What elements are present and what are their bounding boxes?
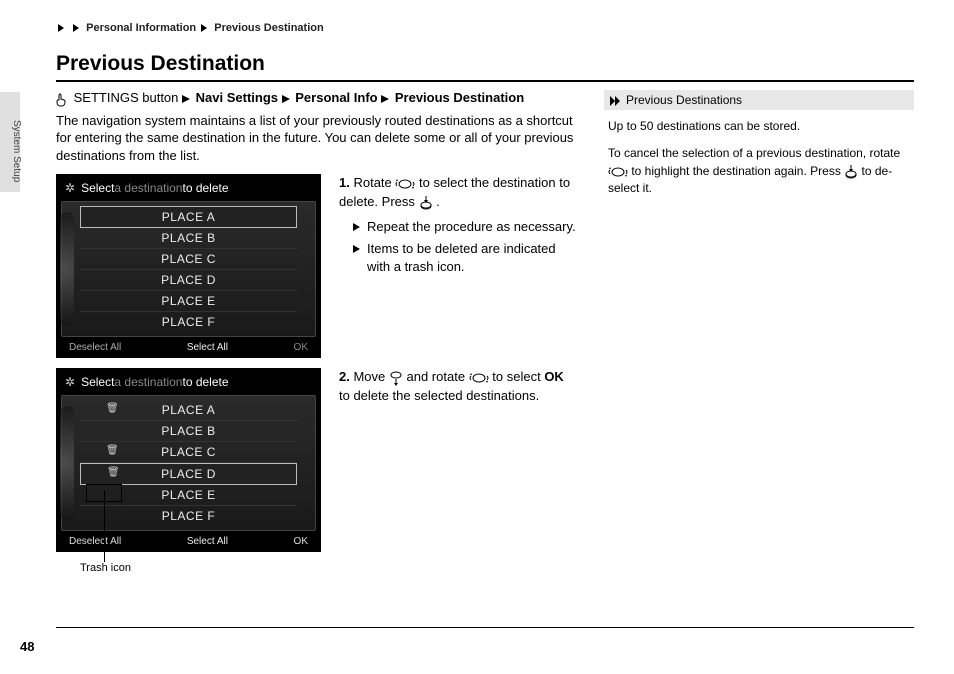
step-2: 2. Move and rotate to select OK to delet… <box>339 368 576 405</box>
breadcrumb-arrow-icon <box>58 22 66 34</box>
footer-ok: OK <box>294 536 308 547</box>
finger-icon <box>56 92 68 106</box>
breadcrumb-arrow-icon <box>73 22 81 34</box>
footer-selectall: Select All <box>187 342 228 353</box>
side-tab-label: System Setup <box>11 120 22 182</box>
press-dial-icon <box>419 193 433 211</box>
list-item: PLACE F <box>80 506 297 526</box>
footer-deselect: Deselect All <box>69 536 121 547</box>
sidebar-note-body: Up to 50 destinations can be stored. To … <box>604 110 914 216</box>
step-2-num: 2. <box>339 369 350 384</box>
breadcrumb-seg1: Personal Information <box>86 22 196 34</box>
press-dial-icon <box>844 163 858 180</box>
list-item: PLACE C <box>80 249 297 270</box>
step-1-sub2: Items to be deleted are indicated with a… <box>353 240 576 276</box>
breadcrumb-seg2: Previous Destination <box>214 22 323 34</box>
nav-path-s1: Navi Settings <box>196 90 278 105</box>
dial-graphic <box>60 212 74 326</box>
list-item: 🗑PLACE C <box>80 442 297 463</box>
step-1-text-a: Rotate <box>353 175 395 190</box>
step-2-ok: OK <box>544 369 564 384</box>
screen-header-post: to delete <box>182 375 228 389</box>
step-2-text-a: Move <box>353 369 388 384</box>
list-item: 🗑PLACE A <box>80 400 297 421</box>
list-item: 🗑PLACE D <box>80 463 297 485</box>
screen-header: ✲ Select a destination to delete <box>61 179 316 201</box>
step-1-sub1: Repeat the procedure as necessary. <box>353 218 576 236</box>
nav-arrow-icon <box>381 95 391 103</box>
screen-header: ✲ Select a destination to delete <box>61 373 316 395</box>
intro-text: The navigation system maintains a list o… <box>56 112 576 165</box>
list-item: PLACE E <box>80 291 297 312</box>
footer-deselect: Deselect All <box>69 342 121 353</box>
trash-callout-label: Trash icon <box>80 562 576 574</box>
breadcrumb: Personal Information Previous Destinatio… <box>56 22 914 34</box>
step-1-text-c: . <box>436 194 440 209</box>
list-item: PLACE B <box>80 228 297 249</box>
sidebar-p2: To cancel the selection of a previous de… <box>608 145 910 197</box>
page-title: Previous Destination <box>56 52 914 82</box>
nav-path-s3: Previous Destination <box>395 90 524 105</box>
rotate-dial-icon <box>608 163 628 180</box>
nav-arrow-icon <box>182 95 192 103</box>
sidebar-note-header: Previous Destinations <box>604 90 914 110</box>
step-2-text-c: to select <box>492 369 544 384</box>
screen-header-pre: Select <box>81 181 114 195</box>
screen-header-post: to delete <box>182 181 228 195</box>
list-item: PLACE A <box>80 206 297 228</box>
rotate-dial-icon <box>395 175 415 193</box>
screenshot-1: ✲ Select a destination to delete PLACE A… <box>56 174 321 358</box>
step-1: 1. Rotate to select the destination to d… <box>339 174 576 211</box>
trash-icon: 🗑 <box>106 403 119 414</box>
list-item: PLACE D <box>80 270 297 291</box>
page-number: 48 <box>20 639 34 654</box>
step-2-text-d: to delete the selected destinations. <box>339 388 539 403</box>
gear-icon: ✲ <box>65 181 75 195</box>
double-chevron-icon <box>610 93 622 107</box>
footer-rule <box>56 627 914 628</box>
nav-path-prefix: SETTINGS button <box>74 90 179 105</box>
breadcrumb-arrow-icon <box>201 22 209 34</box>
dial-graphic <box>60 406 74 520</box>
move-dial-icon <box>389 369 403 387</box>
trash-icon: 🗑 <box>106 445 119 456</box>
nav-path: SETTINGS button Navi Settings Personal I… <box>56 90 576 106</box>
screenshot-2: ✲ Select a destination to delete 🗑PLACE … <box>56 368 321 552</box>
step-2-text-b: and rotate <box>407 369 469 384</box>
nav-arrow-icon <box>282 95 292 103</box>
sidebar-note-title: Previous Destinations <box>626 93 742 107</box>
gear-icon: ✲ <box>65 375 75 389</box>
footer-selectall: Select All <box>187 536 228 547</box>
rotate-dial-icon <box>469 369 489 387</box>
trash-icon: 🗑 <box>107 467 120 478</box>
list-item: PLACE B <box>80 421 297 442</box>
screen-header-mid: a destination <box>114 375 182 389</box>
nav-path-s2: Personal Info <box>295 90 377 105</box>
screen-header-mid: a destination <box>114 181 182 195</box>
footer-ok: OK <box>294 342 308 353</box>
list-item: PLACE F <box>80 312 297 332</box>
sidebar-p1: Up to 50 destinations can be stored. <box>608 118 910 135</box>
trash-callout: Trash icon <box>86 562 576 582</box>
screen-header-pre: Select <box>81 375 114 389</box>
step-1-num: 1. <box>339 175 350 190</box>
